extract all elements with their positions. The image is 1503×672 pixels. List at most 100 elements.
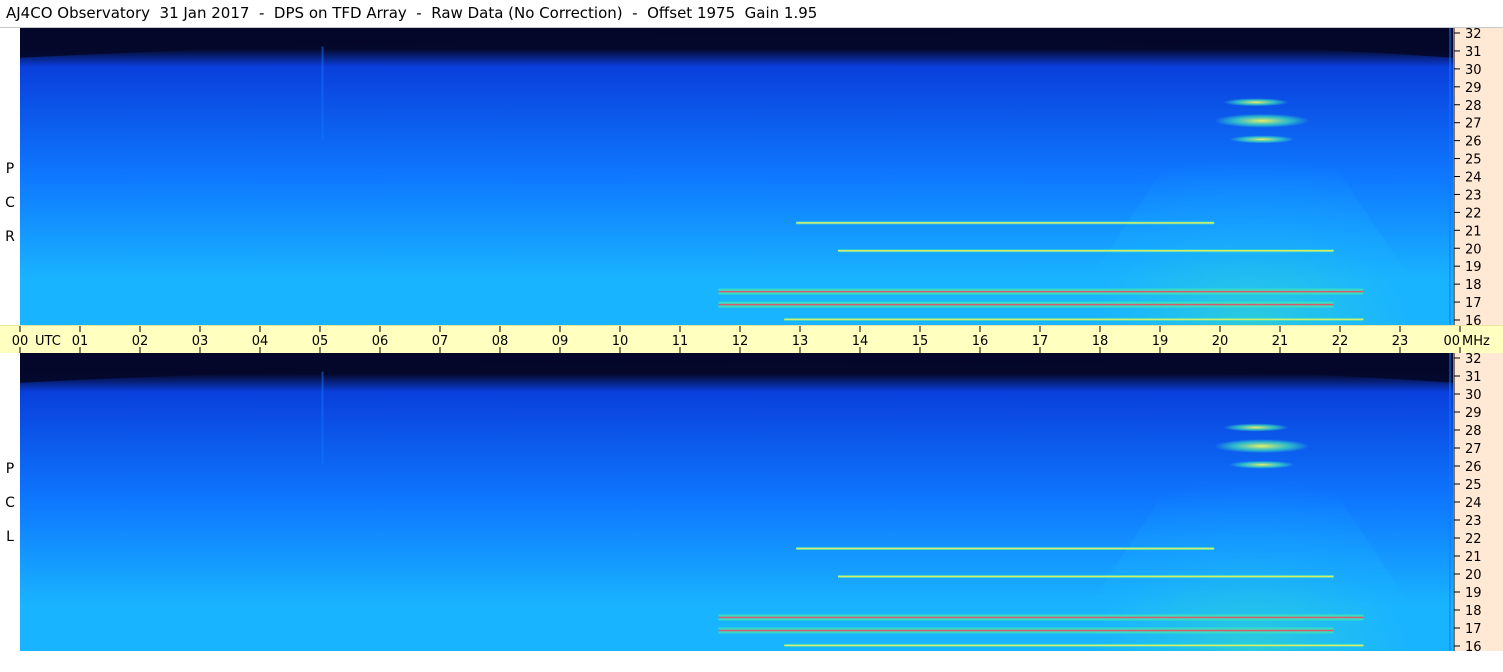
lcp-freq-label-31: 31 (1465, 370, 1482, 385)
utc-label-1: 01 (72, 334, 89, 349)
rcp-freq-label-19: 19 (1465, 260, 1482, 275)
lcp-letter-l: L (6, 529, 14, 545)
lcp-frequency-axis: 32 31 30 29 28 27 26 25 24 23 22 21 20 19 18 17 16 (1453, 353, 1503, 651)
lcp-freq-label-23: 23 (1465, 514, 1482, 529)
rcp-freq-label-22: 22 (1465, 206, 1482, 221)
rcp-freq-label-18: 18 (1465, 278, 1482, 293)
utc-label-24: 00 (1443, 334, 1460, 349)
utc-label-23: 23 (1392, 334, 1409, 349)
lcp-label-strip: P C L (0, 353, 20, 651)
lcp-freq-label-28: 28 (1465, 424, 1482, 439)
rcp-artifact-0505 (321, 46, 324, 140)
utc-time-axis: 00 01 02 03 04 05 06 07 08 09 10 11 12 13 14 15 16 17 18 19… (0, 325, 1503, 354)
utc-label-22: 22 (1332, 334, 1349, 349)
utc-label-9: 09 (552, 334, 569, 349)
rcp-freq-label-32: 32 (1465, 28, 1482, 42)
utc-label-13: 13 (792, 334, 809, 349)
rcp-spectrogram-svg (20, 28, 1453, 325)
rcp-band-core-6 (838, 250, 1334, 252)
lcp-artifact-0505 (321, 371, 324, 465)
rcp-letter-p: P (5, 161, 15, 177)
utc-label-7: 07 (432, 334, 449, 349)
lcp-freq-label-25: 25 (1465, 478, 1482, 493)
lcp-freq-label-27: 27 (1465, 442, 1482, 457)
rcp-band-core-4 (718, 290, 1364, 293)
lcp-burst-2 (1223, 423, 1289, 432)
utc-label-0: 00 (12, 334, 29, 349)
rcp-burst-1 (1214, 113, 1310, 128)
rcp-letter-r: R (5, 229, 15, 245)
utc-label-15: 15 (912, 334, 929, 349)
rcp-band-core-5 (718, 303, 1334, 306)
chart-title: AJ4CO Observatory 31 Jan 2017 - DPS on T… (6, 4, 818, 22)
utc-label-17: 17 (1032, 334, 1049, 349)
lcp-burst-1 (1214, 439, 1310, 454)
lcp-band-core-8 (784, 644, 1364, 647)
rcp-freq-label-17: 17 (1465, 296, 1482, 311)
lcp-burst-3 (1229, 460, 1295, 469)
rcp-burst-2 (1223, 98, 1289, 107)
lcp-spectrogram-svg (20, 353, 1453, 651)
utc-label-5: 05 (312, 334, 329, 349)
lcp-band-core-4 (718, 616, 1364, 619)
rcp-freq-label-20: 20 (1465, 242, 1482, 257)
rcp-freq-label-31: 31 (1465, 45, 1482, 60)
lcp-freq-label-17: 17 (1465, 622, 1482, 637)
rcp-freq-label-27: 27 (1465, 117, 1482, 132)
lcp-freq-label-21: 21 (1465, 550, 1482, 565)
rcp-frequency-axis-svg: 32 31 30 29 28 27 26 25 24 23 22 21 20 19 18 17 16 (1453, 28, 1482, 325)
lcp-band-core-7 (796, 547, 1215, 550)
utc-label-16: 16 (972, 334, 989, 349)
rcp-freq-label-16: 16 (1465, 314, 1482, 325)
utc-label-6: 06 (372, 334, 389, 349)
rcp-burst-3 (1229, 135, 1295, 144)
utc-label-4: 04 (252, 334, 269, 349)
lcp-letter-c: C (5, 495, 15, 511)
rcp-frequency-axis: 32 31 30 29 28 27 26 25 24 23 22 21 20 19 18 17 16 (1453, 28, 1503, 325)
rcp-freq-label-28: 28 (1465, 99, 1482, 114)
rcp-freq-label-29: 29 (1465, 81, 1482, 96)
utc-label-2: 02 (132, 334, 149, 349)
rcp-band-core-7 (796, 222, 1215, 224)
rcp-spectrogram (20, 28, 1453, 325)
title-bar: AJ4CO Observatory 31 Jan 2017 - DPS on T… (0, 0, 1503, 28)
utc-label-19: 19 (1152, 334, 1169, 349)
lcp-band-core-6 (838, 575, 1334, 578)
lcp-freq-label-24: 24 (1465, 496, 1482, 511)
rcp-freq-label-26: 26 (1465, 135, 1482, 150)
rcp-letter-c: C (5, 195, 15, 211)
lcp-freq-label-16: 16 (1465, 640, 1482, 651)
utc-label-3: 03 (192, 334, 209, 349)
utc-unit-label: UTC (35, 334, 61, 349)
utc-label-10: 10 (612, 334, 629, 349)
lcp-freq-label-29: 29 (1465, 406, 1482, 421)
utc-label-21: 21 (1272, 334, 1289, 349)
lcp-freq-label-22: 22 (1465, 532, 1482, 547)
utc-label-20: 20 (1212, 334, 1229, 349)
rcp-band-core-8 (784, 318, 1364, 321)
lcp-freq-label-30: 30 (1465, 388, 1482, 403)
lcp-letter-p: P (5, 461, 15, 477)
lcp-spectrogram (20, 353, 1453, 651)
utc-label-18: 18 (1092, 334, 1109, 349)
lcp-freq-label-32: 32 (1465, 353, 1482, 367)
rcp-freq-label-23: 23 (1465, 188, 1482, 203)
lcp-frequency-axis-svg: 32 31 30 29 28 27 26 25 24 23 22 21 20 19 18 17 16 (1453, 353, 1482, 651)
utc-label-8: 08 (492, 334, 509, 349)
rcp-freq-label-24: 24 (1465, 171, 1482, 186)
lcp-freq-label-26: 26 (1465, 460, 1482, 475)
utc-label-12: 12 (732, 334, 749, 349)
lcp-band-core-5 (718, 629, 1334, 632)
utc-label-14: 14 (852, 334, 869, 349)
lcp-freq-label-19: 19 (1465, 586, 1482, 601)
rcp-freq-label-30: 30 (1465, 63, 1482, 78)
utc-label-11: 11 (672, 334, 689, 349)
mhz-unit-label: MHz (1462, 334, 1490, 349)
rcp-freq-label-21: 21 (1465, 224, 1482, 239)
rcp-freq-label-25: 25 (1465, 153, 1482, 168)
bottom-margin (0, 651, 1503, 672)
lcp-freq-label-18: 18 (1465, 604, 1482, 619)
utc-time-axis-svg: 00 01 02 03 04 05 06 07 08 09 10 11 12 13 14 15 16 17 18 19… (12, 326, 1490, 353)
rcp-label-strip: P C R (0, 28, 20, 325)
lcp-freq-label-20: 20 (1465, 568, 1482, 583)
